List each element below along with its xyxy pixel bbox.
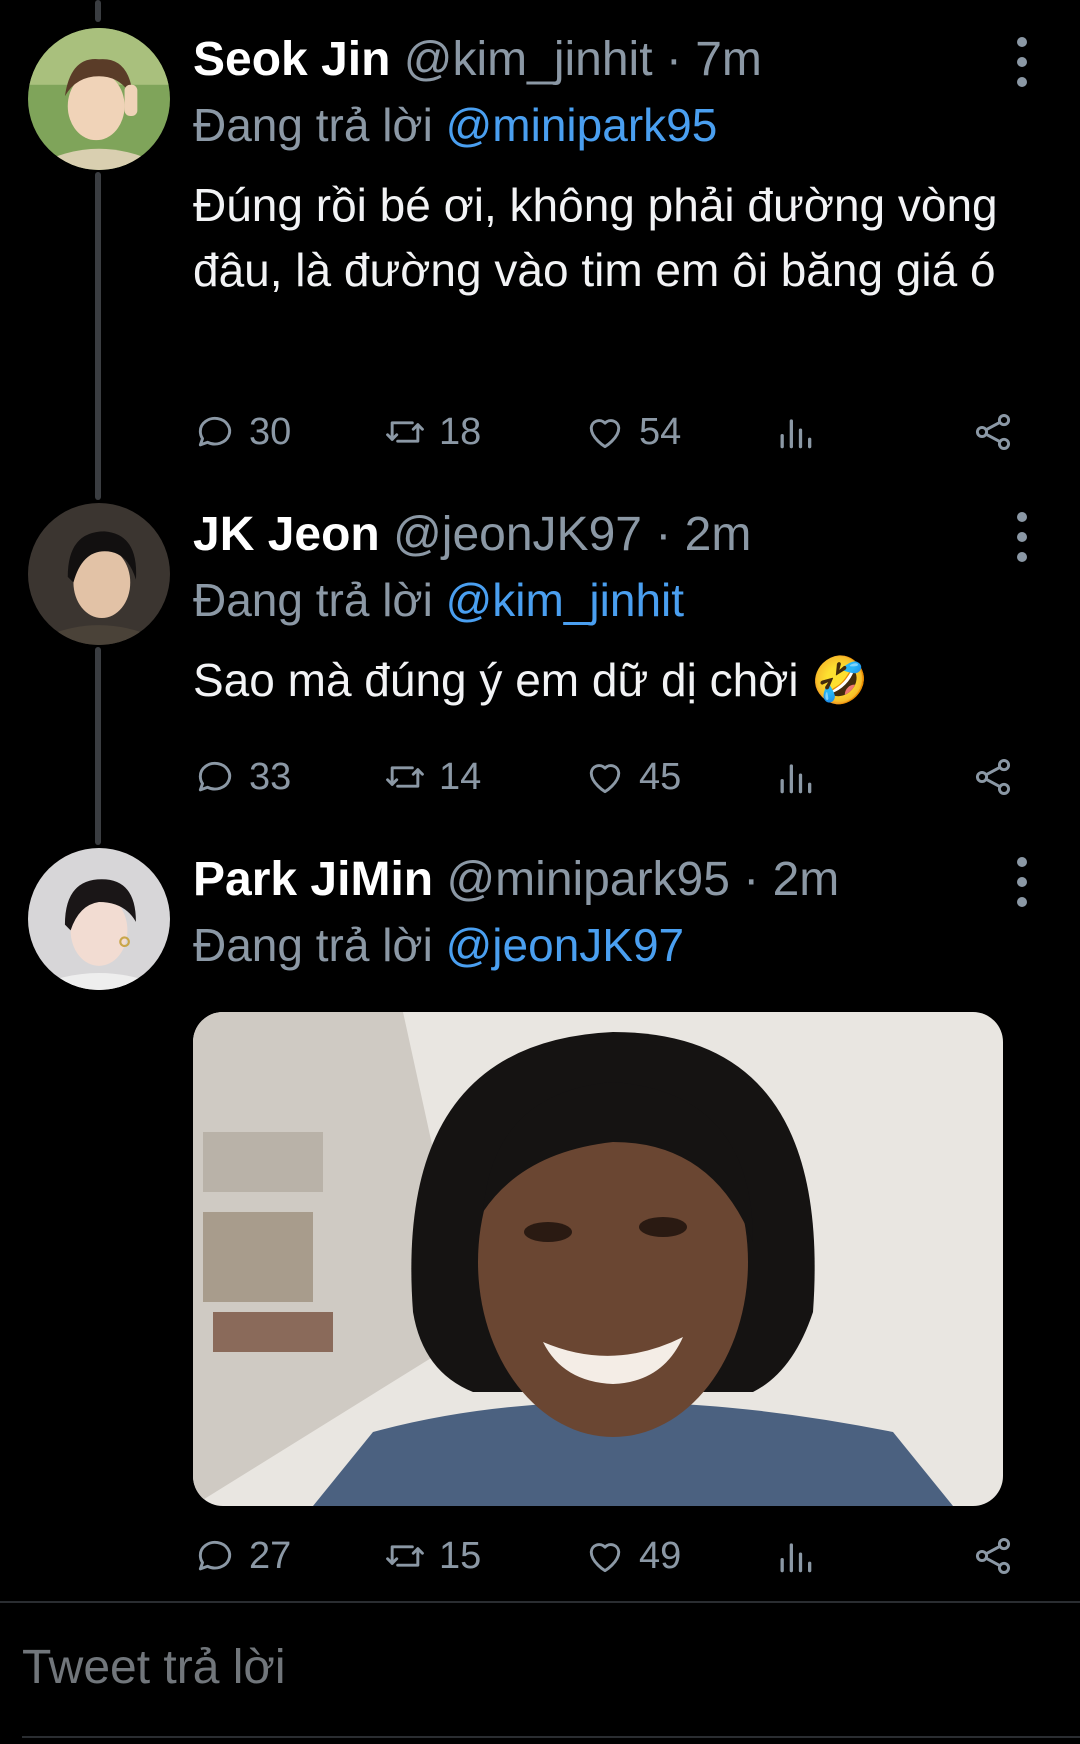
thread-line <box>95 0 101 22</box>
reply-button[interactable]: 27 <box>193 1526 291 1586</box>
display-name[interactable]: Park JiMin <box>193 853 433 906</box>
replying-to-label: Đang trả lời <box>193 99 433 151</box>
separator-dot: · <box>743 853 760 906</box>
retweet-icon <box>386 1545 424 1567</box>
like-count: 45 <box>639 755 682 798</box>
share-button[interactable] <box>971 1526 1027 1586</box>
display-name[interactable]: JK Jeon <box>193 508 380 561</box>
replying-to: Đang trả lời @kim_jinhit <box>193 570 1040 630</box>
tweet-header: Park JiMin @minipark95 · 2m <box>193 850 1040 910</box>
avatar[interactable] <box>28 503 170 645</box>
like-count: 49 <box>639 1534 682 1577</box>
tweet-text: Sao mà đúng ý em dữ dị chời 🤣 <box>193 654 869 706</box>
replying-to: Đang trả lời @jeonJK97 <box>193 915 1040 975</box>
thread-line <box>95 647 101 845</box>
separator-dot: · <box>655 508 672 561</box>
reply-button[interactable]: 30 <box>193 402 291 462</box>
retweet-icon <box>386 766 424 788</box>
share-icon <box>975 759 1011 795</box>
analytics-icon <box>780 764 812 794</box>
user-handle[interactable]: @minipark95 <box>446 853 730 906</box>
reply-count: 33 <box>249 755 292 798</box>
retweet-button[interactable]: 14 <box>383 747 481 807</box>
like-button[interactable]: 54 <box>583 402 681 462</box>
share-icon <box>975 414 1011 450</box>
retweet-icon <box>386 421 424 443</box>
analytics-button[interactable] <box>773 1526 829 1586</box>
analytics-icon <box>780 1543 812 1573</box>
retweet-button[interactable]: 15 <box>383 1526 481 1586</box>
analytics-button[interactable] <box>773 402 829 462</box>
heart-icon <box>589 1543 621 1573</box>
timestamp[interactable]: 2m <box>773 853 840 906</box>
share-icon <box>975 1538 1011 1574</box>
tweet-text: Đúng rồi bé ơi, không phải đường vòng đâ… <box>193 179 998 296</box>
tweet-header: Seok Jin @kim_jinhit · 7m <box>193 30 1040 90</box>
composer-divider <box>0 1601 1080 1603</box>
separator-dot: · <box>665 33 682 86</box>
thread-line <box>95 172 101 500</box>
like-button[interactable]: 45 <box>583 747 681 807</box>
display-name[interactable]: Seok Jin <box>193 33 390 86</box>
share-button[interactable] <box>971 402 1027 462</box>
like-button[interactable]: 49 <box>583 1526 681 1586</box>
meme-photo <box>193 1012 1003 1506</box>
reply-mention-link[interactable]: @minipark95 <box>446 99 718 151</box>
avatar[interactable] <box>28 28 170 170</box>
replying-to: Đang trả lời @minipark95 <box>193 95 1040 155</box>
comment-icon <box>198 761 232 792</box>
avatar-image <box>28 503 170 645</box>
tweet-actions: 30 18 54 <box>193 402 1013 462</box>
retweet-count: 18 <box>439 410 482 453</box>
avatar-image <box>28 848 170 990</box>
analytics-icon <box>780 419 812 449</box>
comment-icon <box>198 416 232 447</box>
heart-icon <box>589 764 621 794</box>
retweet-button[interactable]: 18 <box>383 402 481 462</box>
like-count: 54 <box>639 410 682 453</box>
avatar[interactable] <box>28 848 170 990</box>
user-handle[interactable]: @kim_jinhit <box>404 33 653 86</box>
timestamp[interactable]: 7m <box>695 33 762 86</box>
reply-mention-link[interactable]: @jeonJK97 <box>446 919 685 971</box>
comment-icon <box>198 1540 232 1571</box>
retweet-count: 14 <box>439 755 482 798</box>
reply-count: 27 <box>249 1534 292 1577</box>
retweet-count: 15 <box>439 1534 482 1577</box>
composer-underline <box>22 1736 1080 1738</box>
more-options-icon[interactable] <box>1008 37 1036 87</box>
replying-to-label: Đang trả lời <box>193 574 433 626</box>
analytics-button[interactable] <box>773 747 829 807</box>
reply-mention-link[interactable]: @kim_jinhit <box>446 574 684 626</box>
tweet-header: JK Jeon @jeonJK97 · 2m <box>193 505 1040 565</box>
heart-icon <box>589 419 621 449</box>
more-options-icon[interactable] <box>1008 857 1036 907</box>
tweet-media-image[interactable] <box>193 1012 1003 1506</box>
more-options-icon[interactable] <box>1008 512 1036 562</box>
avatar-image <box>28 28 170 170</box>
tweet-actions: 27 15 49 <box>193 1526 1013 1586</box>
reply-count: 30 <box>249 410 292 453</box>
user-handle[interactable]: @jeonJK97 <box>393 508 642 561</box>
tweet-actions: 33 14 45 <box>193 747 1013 807</box>
reply-composer-input[interactable]: Tweet trả lời <box>22 1640 286 1695</box>
reply-button[interactable]: 33 <box>193 747 291 807</box>
replying-to-label: Đang trả lời <box>193 919 433 971</box>
timestamp[interactable]: 2m <box>685 508 752 561</box>
share-button[interactable] <box>971 747 1027 807</box>
